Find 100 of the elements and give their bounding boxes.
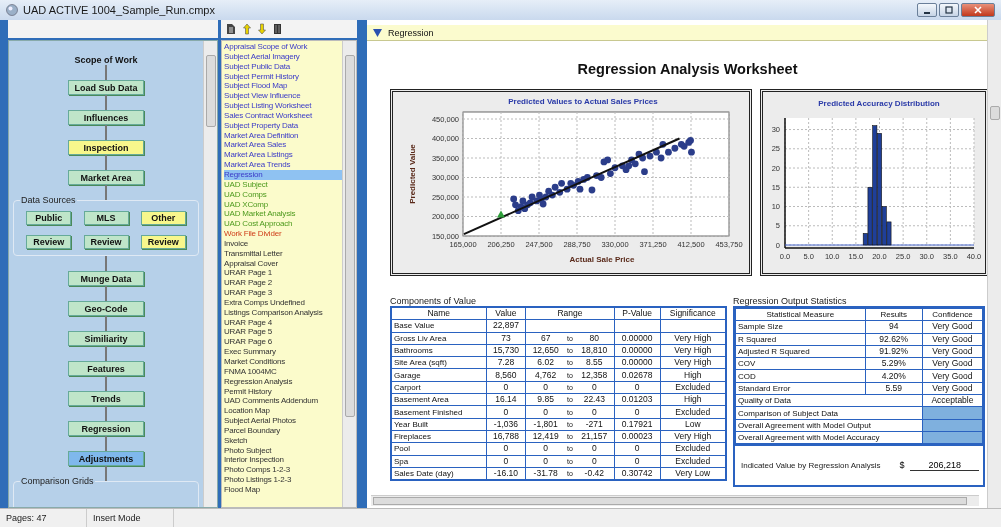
chart-title: Predicted Values to Actual Sales Prices bbox=[508, 97, 658, 106]
table-cell: Very Good bbox=[922, 333, 983, 346]
table-cell: Very High bbox=[660, 356, 726, 369]
y-axis-title: Predicted Value bbox=[408, 144, 417, 204]
table-cell: Acceptable bbox=[922, 394, 983, 407]
table-cell: 15,730 bbox=[486, 344, 526, 357]
table-cell: Gross Liv Area bbox=[391, 332, 486, 345]
column-header: Value bbox=[486, 307, 526, 320]
table-cell: 0 bbox=[525, 455, 565, 468]
table-cell: 6.02 bbox=[525, 356, 565, 369]
table-cell: 8,560 bbox=[486, 369, 526, 382]
table-cell: 0.00000 bbox=[614, 356, 660, 369]
column-header: Confidence bbox=[922, 308, 983, 321]
table-cell: 0 bbox=[574, 405, 615, 419]
workflow-heading: Scope of Work bbox=[74, 55, 138, 65]
table-cell: Sample Size bbox=[735, 320, 866, 334]
window-title: UAD ACTIVE 1004_Sample_Run.cmpx bbox=[23, 4, 215, 16]
table-cell: Very High bbox=[660, 430, 726, 443]
table-cell: Basement Finished bbox=[391, 405, 486, 419]
table-cell: 12,650 bbox=[525, 344, 565, 357]
table-cell: High bbox=[660, 369, 726, 382]
table-cell: 67 bbox=[525, 332, 565, 345]
table-cell: High bbox=[660, 393, 726, 406]
table-cell: 22,897 bbox=[486, 319, 526, 333]
table-cell: Fireplaces bbox=[391, 430, 486, 443]
table-cell: Adjusted R Squared bbox=[735, 345, 866, 358]
table-cell: Quality of Data bbox=[735, 394, 923, 407]
table-cell: 0 bbox=[614, 442, 660, 456]
table-cell: Bathrooms bbox=[391, 344, 486, 357]
table-cell: 80 bbox=[574, 332, 615, 345]
table-cell: Sales Date (day) bbox=[391, 467, 486, 481]
table-cell: 0 bbox=[486, 381, 526, 394]
table-cell: Year Built bbox=[391, 418, 486, 431]
group-title: Data Sources bbox=[20, 195, 77, 205]
table-cell: 9.85 bbox=[525, 393, 565, 406]
table-cell: Pool bbox=[391, 442, 486, 456]
table-cell: Comparison of Subject Data bbox=[735, 406, 923, 420]
column-header: P-Value bbox=[614, 307, 660, 320]
table-cell: 16,788 bbox=[486, 430, 526, 443]
column-header: Results bbox=[865, 308, 923, 321]
column-header: Name bbox=[391, 307, 486, 320]
table-cell: 0.01203 bbox=[614, 393, 660, 406]
worksheet-title: Regression Analysis Worksheet bbox=[576, 61, 799, 77]
table-cell: 0 bbox=[525, 381, 565, 394]
column-header: Range bbox=[525, 307, 615, 320]
table-cell: 5.29% bbox=[865, 357, 923, 370]
table-cell: 21,157 bbox=[574, 430, 615, 443]
table-cell: 18,810 bbox=[574, 344, 615, 357]
table-cell: 0.00000 bbox=[614, 332, 660, 345]
table-cell: Excluded bbox=[660, 381, 726, 394]
table-cell: Base Value bbox=[391, 319, 486, 333]
table-cell: Standard Error bbox=[735, 382, 866, 395]
table-cell: Very Good bbox=[922, 320, 983, 334]
table-cell: R Squared bbox=[735, 333, 866, 346]
table-cell: 73 bbox=[486, 332, 526, 345]
table-cell: Spa bbox=[391, 455, 486, 468]
table-cell: 0 bbox=[614, 405, 660, 419]
table-cell: 22.43 bbox=[574, 393, 615, 406]
table-cell: 0 bbox=[574, 381, 615, 394]
table-cell: 12,358 bbox=[574, 369, 615, 382]
indicated-value-label: Indicated Value by Regression Analysis bbox=[741, 461, 882, 471]
table-cell: Excluded bbox=[660, 442, 726, 456]
table-cell: Very High bbox=[660, 332, 726, 345]
table-cell: 12,419 bbox=[525, 430, 565, 443]
table-cell: 0 bbox=[614, 381, 660, 394]
table-cell: -271 bbox=[574, 418, 615, 431]
table-cell: 0 bbox=[486, 455, 526, 468]
table-cell: 0 bbox=[525, 442, 565, 456]
indicated-value: 206,218 bbox=[910, 460, 979, 472]
table-cell: 7.28 bbox=[486, 356, 526, 369]
table-cell: Very High bbox=[660, 344, 726, 357]
table-cell: COV bbox=[735, 357, 866, 370]
table-cell: 92.62% bbox=[865, 333, 923, 346]
column-header: Significance bbox=[660, 307, 726, 320]
currency-sign: $ bbox=[899, 460, 905, 471]
table-cell: 0 bbox=[486, 405, 526, 419]
table-cell: Carport bbox=[391, 381, 486, 394]
table-cell: Overall Agreement with Model Accuracy bbox=[735, 431, 923, 444]
x-axis-title: Actual Sale Price bbox=[569, 255, 635, 264]
table-cell: Excluded bbox=[660, 455, 726, 468]
table-cell: Low bbox=[660, 418, 726, 431]
table-cell: COD bbox=[735, 370, 866, 383]
table-cell: Overall Agreement with Model Output bbox=[735, 419, 923, 432]
table-cell: 0.00000 bbox=[614, 344, 660, 357]
table-title: Regression Output Statistics bbox=[733, 296, 848, 306]
table-cell: 8.55 bbox=[574, 356, 615, 369]
table-cell: 0 bbox=[486, 442, 526, 456]
table-cell: 0.00023 bbox=[614, 430, 660, 443]
table-cell: 0.02678 bbox=[614, 369, 660, 382]
table-cell: 91.92% bbox=[865, 345, 923, 358]
table-cell: 16.14 bbox=[486, 393, 526, 406]
table-cell: 0 bbox=[574, 455, 615, 468]
table-cell: -1,801 bbox=[525, 418, 565, 431]
table-cell: Very Good bbox=[922, 345, 983, 358]
status-text: Pages: 47 bbox=[0, 509, 87, 527]
group-title: Comparison Grids bbox=[20, 476, 95, 486]
table-cell: Site Area (sqft) bbox=[391, 356, 486, 369]
table-cell: -1,036 bbox=[486, 418, 526, 431]
table-cell: 4.20% bbox=[865, 370, 923, 383]
table-cell: 0.17921 bbox=[614, 418, 660, 431]
